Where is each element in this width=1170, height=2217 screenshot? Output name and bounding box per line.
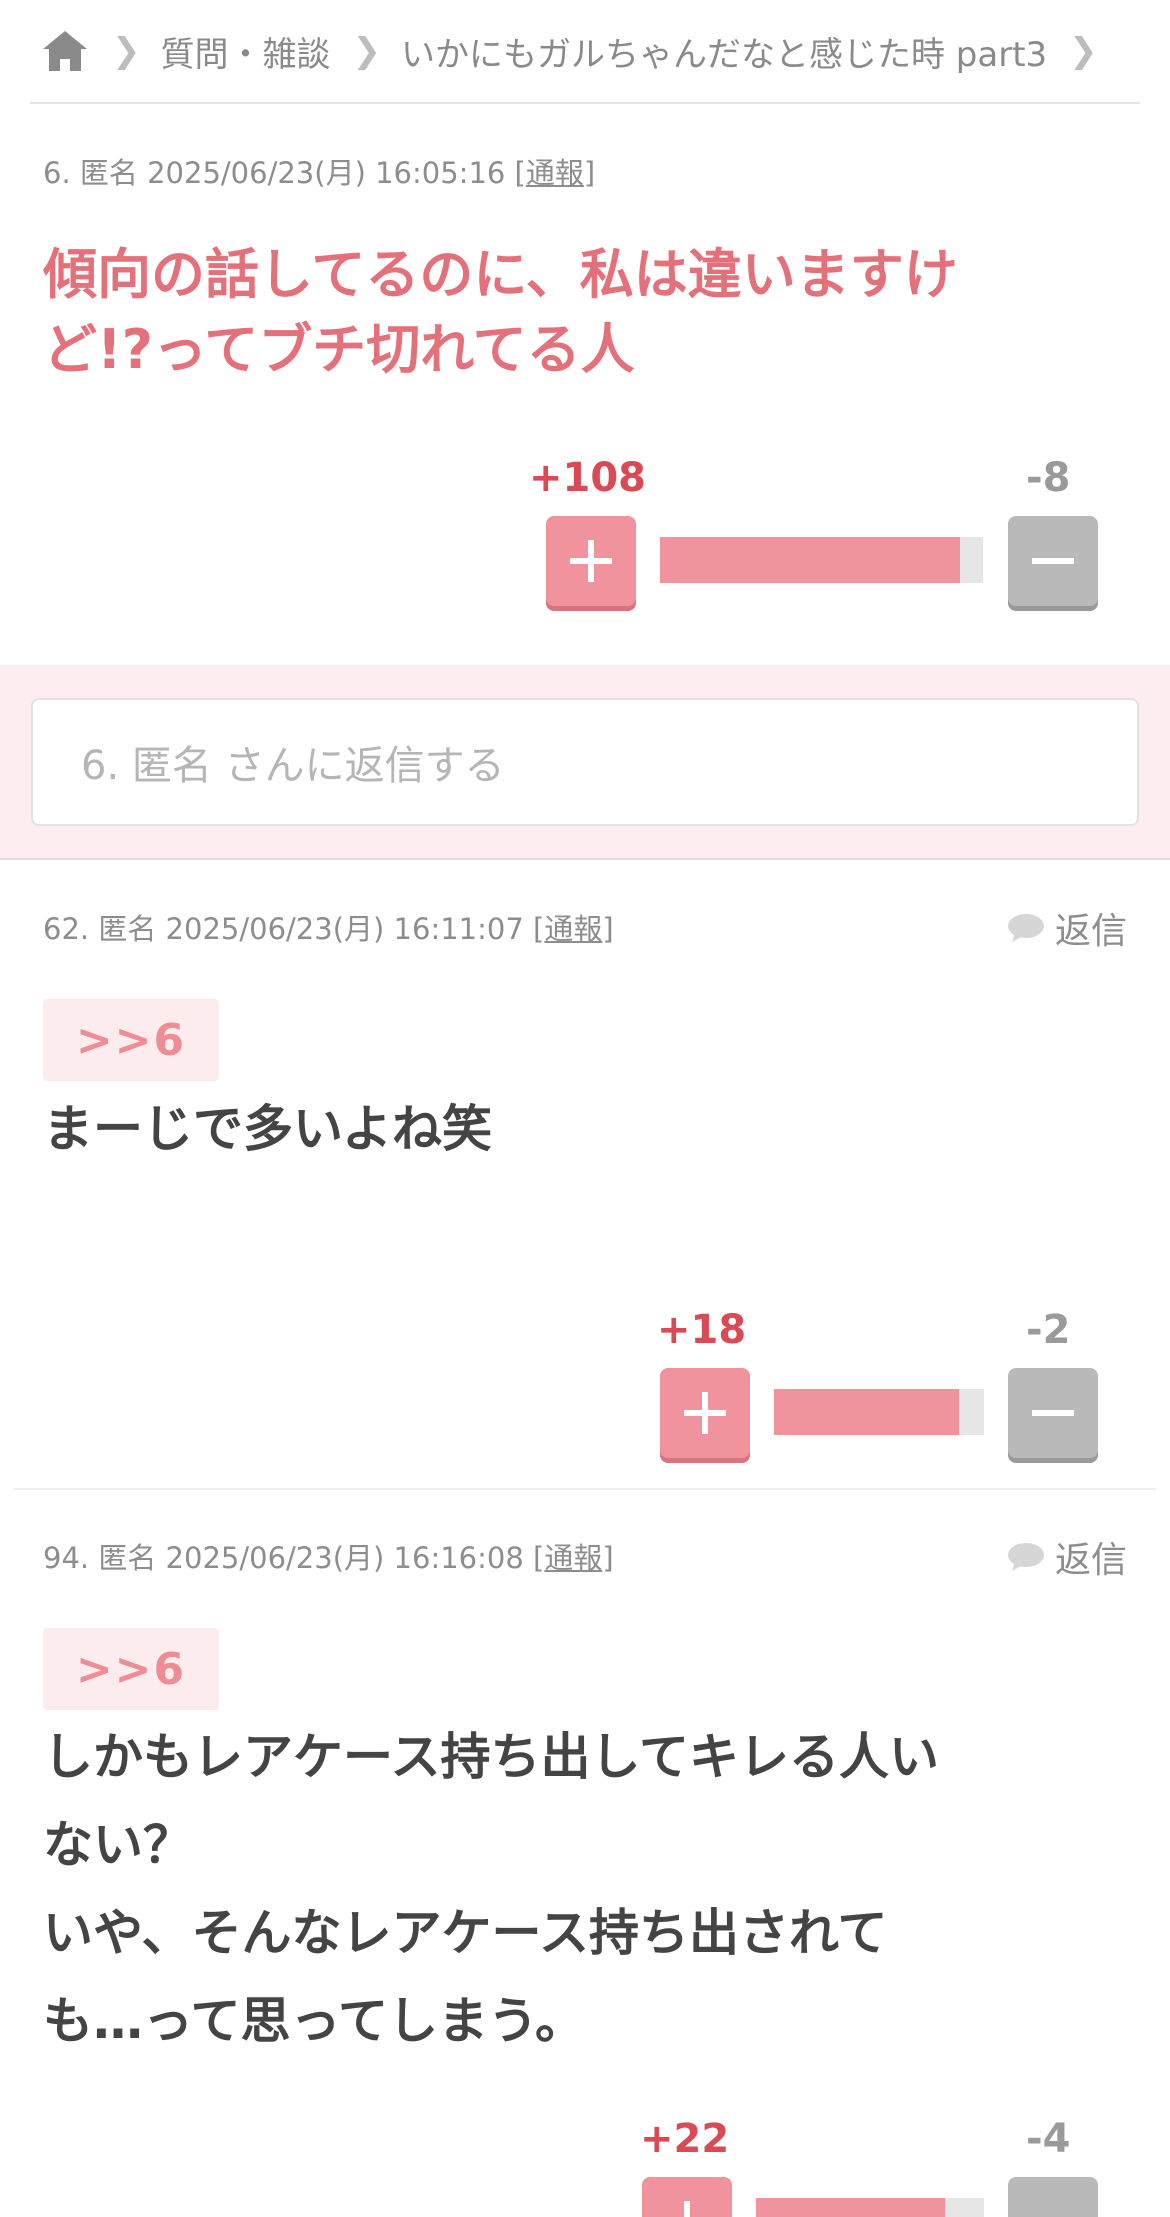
minus-button[interactable] bbox=[1008, 2177, 1098, 2217]
vote-bar-fill bbox=[660, 537, 961, 583]
reply-input[interactable]: 6. 匿名 さんに返信する bbox=[31, 698, 1139, 826]
vote-bar bbox=[774, 1389, 984, 1435]
report-link[interactable]: 通報 bbox=[544, 912, 602, 946]
reply-anchor[interactable]: >>6 bbox=[43, 1628, 219, 1710]
plus-count: +22 bbox=[640, 2116, 730, 2162]
breadcrumb: ❯ 質問・雑談 ❯ いかにもガルちゃんだなと感じた時 part3 ❯ bbox=[30, 0, 1140, 104]
plus-button[interactable] bbox=[546, 516, 636, 606]
comment-body: まーじで多いよね笑 bbox=[43, 1100, 492, 1158]
plus-icon bbox=[684, 2201, 690, 2217]
plus-button[interactable] bbox=[660, 1368, 750, 1458]
reply-section: 6. 匿名 さんに返信する bbox=[0, 665, 1170, 860]
comment-body: しかもレアケース持ち出してキレる人い ない？ いや、そんなレアケース持ち出されて… bbox=[43, 1728, 939, 2050]
vote-bar bbox=[756, 2198, 984, 2217]
plus-button[interactable] bbox=[642, 2177, 732, 2217]
chevron-right-icon: ❯ bbox=[352, 31, 382, 71]
plus-count: +18 bbox=[657, 1307, 747, 1353]
divider bbox=[14, 1488, 1156, 1490]
minus-button[interactable] bbox=[1008, 1368, 1098, 1458]
reply-anchor[interactable]: >>6 bbox=[43, 999, 219, 1081]
breadcrumb-topic[interactable]: いかにもガルちゃんだなと感じた時 part3 bbox=[401, 27, 1047, 76]
minus-count: -4 bbox=[1026, 2116, 1071, 2162]
report-link[interactable]: 通報 bbox=[544, 1541, 602, 1575]
vote-bar bbox=[660, 537, 983, 583]
minus-icon bbox=[1030, 2199, 1076, 2217]
plus-icon bbox=[570, 540, 612, 582]
minus-icon bbox=[1032, 558, 1074, 564]
reply-button[interactable]: 返信 bbox=[1007, 1531, 1127, 1583]
comment-meta: 62. 匿名 2025/06/23(月) 16:11:07 [通報] bbox=[43, 912, 614, 946]
plus-count: +108 bbox=[529, 455, 647, 501]
comment-body: 傾向の話してるのに、私は違いますけ ど!?ってブチ切れてる人 bbox=[43, 243, 958, 381]
minus-icon bbox=[1032, 1410, 1074, 1416]
speech-bubble-icon bbox=[1007, 1543, 1044, 1571]
minus-button[interactable] bbox=[1008, 516, 1098, 606]
comment-meta: 6. 匿名 2025/06/23(月) 16:05:16 [通報] bbox=[43, 156, 596, 190]
chevron-right-icon: ❯ bbox=[112, 31, 141, 71]
minus-count: -8 bbox=[1026, 455, 1071, 501]
vote-bar-fill bbox=[756, 2198, 946, 2217]
vote-bar-fill bbox=[774, 1389, 959, 1435]
report-link[interactable]: 通報 bbox=[526, 156, 584, 190]
home-icon[interactable] bbox=[40, 26, 90, 76]
minus-count: -2 bbox=[1026, 1307, 1071, 1353]
comment-meta: 94. 匿名 2025/06/23(月) 16:16:08 [通報] bbox=[43, 1541, 614, 1575]
reply-button[interactable]: 返信 bbox=[1007, 902, 1127, 954]
page: ❯ 質問・雑談 ❯ いかにもガルちゃんだなと感じた時 part3 ❯ 6. 匿名… bbox=[0, 0, 1170, 2217]
breadcrumb-category[interactable]: 質問・雑談 bbox=[161, 27, 331, 76]
plus-icon bbox=[684, 1392, 726, 1434]
speech-bubble-icon bbox=[1007, 914, 1044, 942]
chevron-right-icon: ❯ bbox=[1069, 31, 1098, 71]
